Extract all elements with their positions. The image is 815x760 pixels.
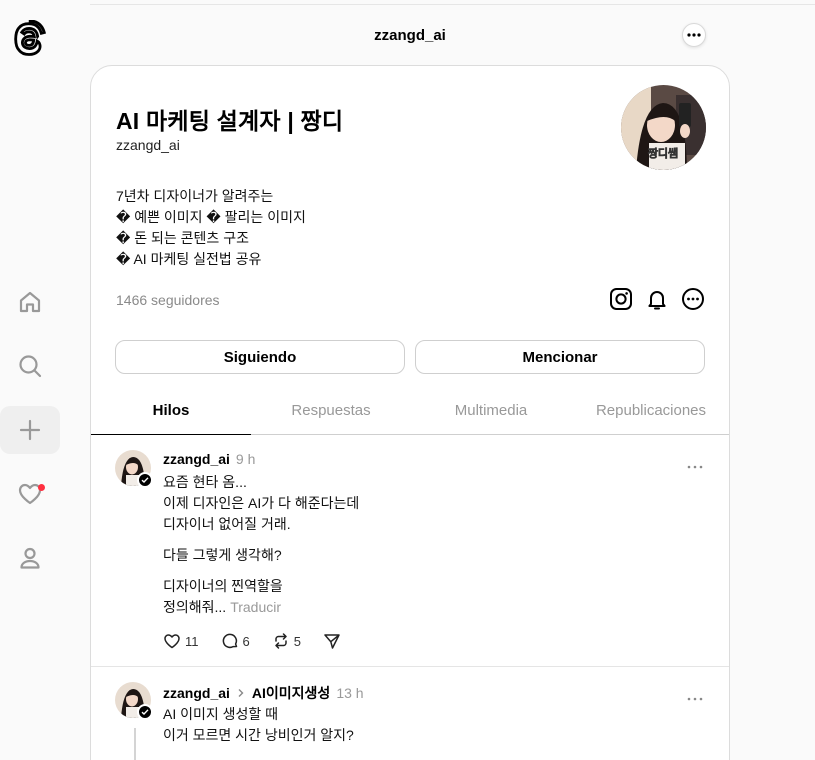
tab-reposts[interactable]: Republicaciones [571,396,729,434]
share-button[interactable] [323,632,341,650]
more-horizontal-icon [687,465,703,469]
bell-icon [648,291,666,310]
repost-icon [274,633,287,649]
followers-count[interactable]: 1466 seguidores [116,292,220,308]
tab-replies[interactable]: Respuestas [251,396,411,434]
more-options-button[interactable] [682,23,706,47]
tab-media[interactable]: Multimedia [411,396,571,434]
profile-tabs: Hilos Respuestas Multimedia Republicacio… [91,396,729,435]
verified-badge-icon [137,704,153,720]
profile-bio: 7년차 디자이너가 알려주는 � 예쁜 이미지 � 팔리는 이미지 � 돈 되는… [116,186,306,270]
user-icon [20,547,40,569]
top-divider [90,4,815,5]
post-line: 요즘 현타 옴... [163,474,247,490]
more-circle-icon [682,288,704,310]
verified-badge-icon [137,472,153,488]
tab-threads[interactable]: Hilos [91,396,251,435]
post-line: 정의해줘... [163,599,227,615]
following-button[interactable]: Siguiendo [115,340,405,374]
profile-handle: zzangd_ai [116,137,180,153]
more-horizontal-icon [687,33,701,37]
profile-avatar[interactable]: 짱디쌤 [621,85,706,170]
post-line: 이제 디자인은 AI가 다 해준다는데 [163,495,360,511]
post-header: zzangd_ai 9 h [163,451,255,467]
notification-badge [38,484,45,491]
nav-home[interactable] [0,278,60,326]
more-horizontal-icon [687,697,703,701]
like-count: 11 [185,633,199,649]
chevron-right-icon [238,689,244,697]
comment-count: 6 [242,633,250,649]
post-username[interactable]: zzangd_ai [163,451,230,467]
nav-search[interactable] [0,342,60,390]
home-icon [19,291,41,313]
post-timestamp[interactable]: 13 h [336,685,363,701]
thread-connector [134,728,136,760]
heart-icon [164,634,180,649]
repost-count: 5 [293,633,301,649]
nav-create[interactable] [0,406,60,454]
reply-button[interactable]: 6 [221,632,250,650]
post-header: zzangd_ai AI이미지생성 13 h [163,683,364,703]
post-timestamp[interactable]: 9 h [236,451,255,467]
post-more-button[interactable] [687,456,703,469]
bio-line: � 예쁜 이미지 � 팔리는 이미지 [116,209,306,225]
post-line: 다들 그렇게 생각해? [163,547,282,563]
send-icon [324,634,340,649]
post-avatar[interactable] [115,450,153,488]
post-more-button[interactable] [687,688,703,701]
avatar-badge-text: 짱디쌤 [648,146,678,160]
profile-card: AI 마케팅 설계자 | 짱디 zzangd_ai 짱디쌤 7년차 디자이너가 … [90,65,730,760]
instagram-icon [610,288,632,310]
post-actions: 11 6 5 [163,632,363,650]
bio-line: � AI 마케팅 실전법 공유 [116,251,262,267]
notifications-button[interactable] [645,287,669,311]
profile-more-button[interactable] [681,287,705,311]
post-body: 요즘 현타 옴... 이제 디자인은 AI가 다 해준다는데 디자이너 없어질 … [163,472,359,628]
instagram-link[interactable] [609,287,633,311]
bio-line: 7년차 디자이너가 알려주는 [116,188,274,204]
mention-button[interactable]: Mencionar [415,340,705,374]
nav-activity[interactable] [0,470,60,518]
repost-button[interactable]: 5 [272,632,301,650]
comment-icon [222,633,237,649]
nav-profile[interactable] [0,534,60,582]
post-line: 디자이너의 찐역할을 [163,578,283,594]
search-icon [19,355,42,378]
post-divider [91,666,729,667]
post-line: 이거 모르면 시간 낭비인거 알지? [163,727,354,743]
post-username[interactable]: zzangd_ai [163,685,230,701]
post-body: AI 이미지 생성할 때 이거 모르면 시간 낭비인거 알지? [163,704,354,756]
post-line: AI 이미지 생성할 때 [163,706,279,722]
translate-link[interactable]: Traducir [230,599,281,615]
bio-line: � 돈 되는 콘텐츠 구조 [116,230,249,246]
plus-icon [19,419,41,441]
post-topic-tag[interactable]: AI이미지생성 [252,683,330,703]
post-line: 디자이너 없어질 거래. [163,516,291,532]
profile-display-name: AI 마케팅 설계자 | 짱디 [116,108,344,134]
like-button[interactable]: 11 [163,632,199,650]
post-avatar[interactable] [115,682,153,720]
